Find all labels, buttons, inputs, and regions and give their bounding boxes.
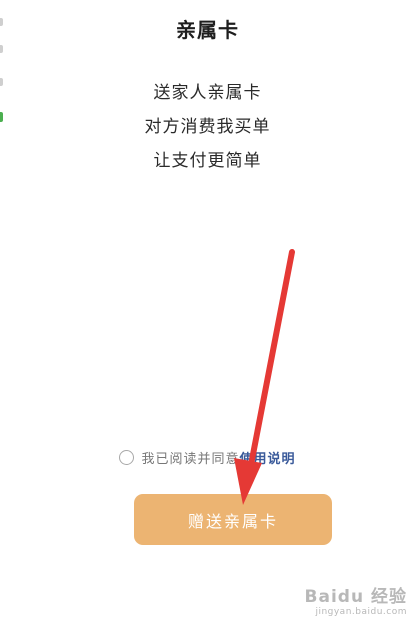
baidu-watermark: Baidu 经验 jingyan.baidu.com [305, 582, 407, 617]
page-title: 亲属卡 [176, 18, 239, 42]
usage-instructions-link[interactable]: 使用说明 [240, 448, 296, 467]
watermark-url: jingyan.baidu.com [315, 607, 407, 617]
arrow-shaft [247, 249, 295, 473]
family-card-screen: 亲属卡 送家人亲属卡 对方消费我买单 让支付更简单 我已阅读并同意 使用说明 赠… [0, 0, 415, 623]
description-block: 送家人亲属卡 对方消费我买单 让支付更简单 [0, 76, 415, 178]
gift-family-card-button[interactable]: 赠送亲属卡 [134, 494, 332, 545]
agreement-text: 我已阅读并同意 [141, 451, 240, 467]
agreement-row: 我已阅读并同意 使用说明 [0, 446, 415, 468]
agreement-radio[interactable] [119, 449, 135, 465]
watermark-brand: Baidu 经验 [304, 587, 407, 607]
edge-mark [0, 45, 3, 53]
description-line-3: 让支付更简单 [153, 151, 262, 171]
description-line-1: 送家人亲属卡 [153, 83, 262, 103]
description-line-2: 对方消费我买单 [144, 117, 271, 137]
